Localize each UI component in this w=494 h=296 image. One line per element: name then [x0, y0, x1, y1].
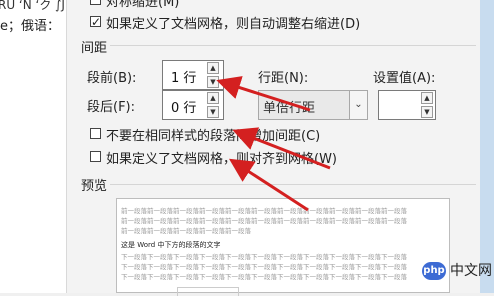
line-spacing-label: 行距(N): [258, 71, 309, 86]
preview-section-title: 预览 [81, 179, 108, 194]
spacing-section-title: 间距 [81, 41, 108, 56]
preview-sample-text: 这是 Word 中下方的段落的文字 [121, 241, 221, 249]
chevron-down-icon[interactable]: ⌄ [349, 91, 367, 119]
preview-prev-paragraph: 前一段落前一段落前一段落前一段落前一段落前一段落前一段落前一段落前一段落前一段落… [121, 217, 407, 225]
preview-prev-paragraph: 前一段落前一段落前一段落前一段落前一段落前一段落前一段落前一段落前一段落前一段落… [121, 207, 407, 215]
preview-prev-paragraph-end: 前一段落前一段落前一段落前一段落前一段落 [121, 227, 251, 235]
align-to-grid-checkbox[interactable] [90, 151, 101, 162]
document-text-fragment: RU ‘N ‘ク ∫J [0, 0, 65, 12]
document-text-fragment-2: e；俄语： [0, 19, 60, 34]
auto-adjust-right-indent-checkbox[interactable]: ✓ [90, 16, 101, 28]
setting-value-down-button[interactable]: ▼ [421, 106, 433, 118]
spacing-after-value: 0 行 [171, 101, 197, 116]
line-spacing-value: 单倍行距 [263, 101, 316, 116]
no-space-same-style-checkbox[interactable] [90, 128, 101, 139]
spacing-after-up-button[interactable]: ▲ [207, 92, 219, 104]
line-spacing-dropdown[interactable]: 单倍行距 ⌄ [258, 90, 368, 120]
preview-box: 前一段落前一段落前一段落前一段落前一段落前一段落前一段落前一段落前一段落前一段落… [116, 198, 450, 296]
watermark-text: 中文网 [450, 263, 492, 279]
spacing-before-spinner: ▲ ▼ [207, 62, 221, 90]
spacing-before-up-button[interactable]: ▲ [207, 62, 219, 74]
preview-divider [110, 184, 476, 185]
mirror-indents-label: 对称缩进(M) [106, 0, 180, 10]
spacing-before-value: 1 行 [171, 71, 197, 86]
spacing-after-input[interactable]: 0 行 ▲ ▼ [162, 90, 224, 120]
align-to-grid-label: 如果定义了文档网格，则对齐到网格(W) [106, 152, 337, 167]
php-logo-icon: php [422, 262, 446, 280]
spacing-after-label: 段后(F): [87, 100, 136, 115]
spacing-before-label: 段前(B): [87, 71, 137, 86]
preview-button-edge [177, 287, 239, 296]
spacing-after-down-button[interactable]: ▼ [207, 106, 219, 118]
setting-value-up-button[interactable]: ▲ [421, 92, 433, 104]
preview-next-paragraph: 下一段落下一段落下一段落下一段落下一段落下一段落下一段落下一段落下一段落下一段落… [121, 253, 407, 261]
document-area [0, 0, 66, 293]
mirror-indents-checkbox[interactable] [90, 0, 101, 5]
setting-value-label: 设置值(A): [373, 71, 436, 86]
auto-adjust-right-indent-label: 如果定义了文档网格，则自动调整右缩进(D) [106, 17, 361, 32]
setting-value-spinner: ▲ ▼ [421, 92, 435, 120]
no-space-same-style-label: 不要在相同样式的段落间增加间距(C) [106, 129, 321, 144]
preview-next-paragraph: 下一段落下一段落下一段落下一段落下一段落下一段落下一段落下一段落下一段落下一段落… [121, 263, 407, 271]
preview-next-paragraph: 下一段落下一段落下一段落下一段落下一段落下一段落下一段落下一段落下一段落下一段落… [121, 273, 407, 281]
spacing-before-input[interactable]: 1 行 ▲ ▼ [162, 60, 224, 90]
spacing-before-down-button[interactable]: ▼ [207, 76, 219, 88]
background-strip [480, 0, 494, 293]
spacing-divider [110, 45, 476, 46]
setting-value-input[interactable]: ▲ ▼ [378, 90, 436, 120]
spacing-after-spinner: ▲ ▼ [207, 92, 221, 120]
